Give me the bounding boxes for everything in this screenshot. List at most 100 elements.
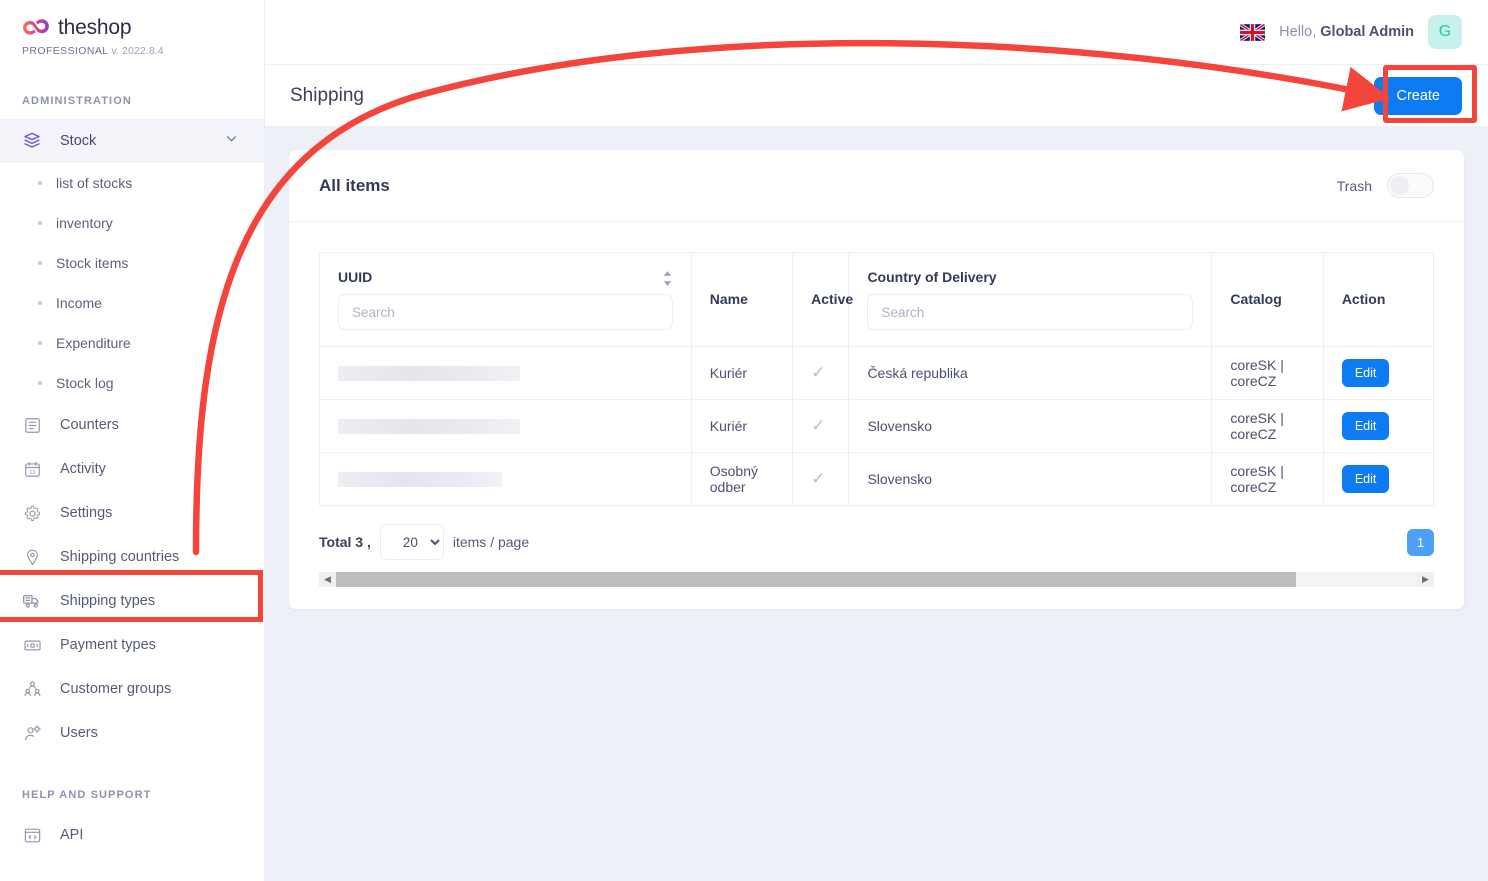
- sort-updown-icon[interactable]: [662, 271, 673, 291]
- sidebar-subitem-inventory[interactable]: inventory: [0, 203, 264, 243]
- table-footer: Total 3 , 20 items / page 1: [289, 506, 1464, 560]
- table-wrapper: UUID Name Active Country: [289, 222, 1464, 506]
- sidebar-subitem-label: Stock log: [56, 375, 114, 391]
- sidebar-item-label: Shipping countries: [60, 549, 180, 565]
- caret-right-icon[interactable]: ▶: [1417, 572, 1434, 587]
- redacted-uuid: [338, 471, 502, 487]
- app-root: theshop PROFESSIONAL v. 2022.8.4 ADMINIS…: [0, 0, 1488, 881]
- card-title: All items: [319, 175, 390, 195]
- column-name: Name: [690, 252, 794, 347]
- column-action: Action: [1322, 252, 1435, 347]
- create-button[interactable]: Create: [1374, 76, 1462, 115]
- users-group-icon: [22, 679, 42, 699]
- sidebar-item-api[interactable]: API: [0, 813, 264, 857]
- sidebar-item-label: Shipping types: [60, 593, 156, 609]
- greeting: Hello, Global Admin: [1279, 24, 1414, 40]
- cell-action: Edit: [1322, 452, 1435, 506]
- sidebar-subitem-income[interactable]: Income: [0, 283, 264, 323]
- cell-country: Slovensko: [848, 399, 1213, 453]
- column-country-of-delivery: Country of Delivery: [848, 252, 1213, 347]
- brand-name: theshop: [58, 16, 132, 39]
- edit-button[interactable]: Edit: [1341, 359, 1390, 387]
- banknote-icon: [22, 635, 42, 655]
- sidebar-item-counters[interactable]: Counters: [0, 403, 264, 447]
- sidebar-item-shipping-types[interactable]: Shipping types: [0, 579, 264, 623]
- cell-name: Kuriér: [690, 346, 794, 400]
- gear-icon: [22, 503, 42, 523]
- all-items-card: All items Trash UUID Search Name Active …: [289, 150, 1464, 609]
- column-active: Active: [792, 252, 853, 347]
- redacted-uuid: [338, 418, 520, 434]
- sidebar-item-label: Users: [60, 725, 98, 741]
- sidebar-subitem-stock-log[interactable]: Stock log: [0, 363, 264, 403]
- sidebar-item-payment-types[interactable]: Payment types: [0, 623, 264, 667]
- sidebar-item-activity[interactable]: 12 Activity: [0, 447, 264, 491]
- cell-action: Edit: [1322, 399, 1435, 453]
- table-row: Osobný odber ✓ Slovensko coreSK | coreCZ…: [319, 452, 1435, 506]
- trash-toggle[interactable]: [1387, 173, 1434, 198]
- edit-button[interactable]: Edit: [1341, 465, 1390, 493]
- sidebar-subitem-label: Stock items: [56, 255, 129, 271]
- sidebar-item-label: Customer groups: [60, 681, 172, 697]
- uk-flag-icon[interactable]: [1240, 23, 1266, 41]
- sidebar-item-label: Stock: [60, 133, 97, 149]
- uuid-search-input[interactable]: [338, 294, 673, 330]
- sidebar-item-label: API: [60, 827, 84, 843]
- shipping-types-table: UUID Name Active Country: [319, 252, 1435, 506]
- sidebar-section-help-and-support: HELP AND SUPPORT: [22, 789, 152, 801]
- svg-text:12: 12: [29, 469, 35, 475]
- sidebar-subitem-label: inventory: [56, 215, 113, 231]
- cell-catalog: coreSK | coreCZ: [1211, 346, 1324, 400]
- main-area: Hello, Global Admin G Shipping Create Al…: [265, 0, 1488, 881]
- cell-name: Kuriér: [690, 399, 794, 453]
- column-header-label: Active: [811, 290, 854, 307]
- sidebar-item-settings[interactable]: Settings: [0, 491, 264, 535]
- per-page-select[interactable]: 20: [379, 524, 444, 560]
- pagination-left: Total 3 , 20 items / page: [319, 524, 529, 560]
- user-settings-icon: [22, 723, 42, 743]
- sidebar-subitem-list-of-stocks[interactable]: list of stocks: [0, 163, 264, 203]
- scrollbar-track[interactable]: [336, 572, 1417, 587]
- sidebar-item-customer-groups[interactable]: Customer groups: [0, 667, 264, 711]
- bullet-dot-icon: [38, 381, 42, 385]
- column-header-label: Country of Delivery: [867, 269, 997, 285]
- page-number-button[interactable]: 1: [1407, 528, 1434, 556]
- cell-country: Slovensko: [848, 452, 1213, 506]
- avatar[interactable]: G: [1428, 15, 1462, 49]
- bullet-dot-icon: [38, 301, 42, 305]
- edit-button[interactable]: Edit: [1341, 412, 1390, 440]
- toggle-knob: [1390, 176, 1409, 195]
- brand-version: v. 2022.8.4: [111, 45, 164, 57]
- sidebar-item-stock[interactable]: Stock: [0, 119, 264, 163]
- country-search-input[interactable]: [867, 294, 1194, 330]
- sidebar-subitem-stock-items[interactable]: Stock items: [0, 243, 264, 283]
- trash-label: Trash: [1336, 177, 1372, 194]
- brand[interactable]: theshop PROFESSIONAL v. 2022.8.4: [0, 0, 264, 57]
- caret-left-icon[interactable]: ◀: [319, 572, 336, 587]
- chevron-down-icon[interactable]: [225, 132, 238, 150]
- sidebar-section-administration: ADMINISTRATION: [22, 95, 132, 107]
- cell-catalog: coreSK | coreCZ: [1211, 452, 1324, 506]
- card-bottom-spacer: [289, 587, 1464, 609]
- sidebar-item-users[interactable]: Users: [0, 711, 264, 755]
- infinity-logo-icon: [22, 17, 50, 39]
- sidebar-subitem-expenditure[interactable]: Expenditure: [0, 323, 264, 363]
- code-icon: [22, 825, 42, 845]
- scrollbar-thumb[interactable]: [336, 572, 1296, 587]
- sidebar-item-label: Counters: [60, 417, 119, 433]
- table-header-row: UUID Name Active Country: [319, 252, 1435, 347]
- trash-filter: Trash: [1337, 173, 1434, 198]
- table-row: Kuriér ✓ Česká republika coreSK | coreCZ…: [319, 346, 1435, 400]
- column-header-label: Catalog: [1230, 290, 1282, 307]
- table-row: Kuriér ✓ Slovensko coreSK | coreCZ Edit: [319, 399, 1435, 453]
- sidebar-item-label: Activity: [60, 461, 106, 477]
- sidebar-item-shipping-countries[interactable]: Shipping countries: [0, 535, 264, 579]
- column-header-label: Action: [1341, 290, 1386, 307]
- cell-uuid: [319, 452, 692, 506]
- content-area: All items Trash UUID Search Name Active …: [265, 126, 1488, 609]
- column-uuid: UUID: [319, 252, 692, 347]
- bullet-dot-icon: [38, 221, 42, 225]
- horizontal-scrollbar[interactable]: ◀ ▶: [319, 572, 1434, 587]
- cell-catalog: coreSK | coreCZ: [1211, 399, 1324, 453]
- topbar: Hello, Global Admin G: [265, 0, 1488, 65]
